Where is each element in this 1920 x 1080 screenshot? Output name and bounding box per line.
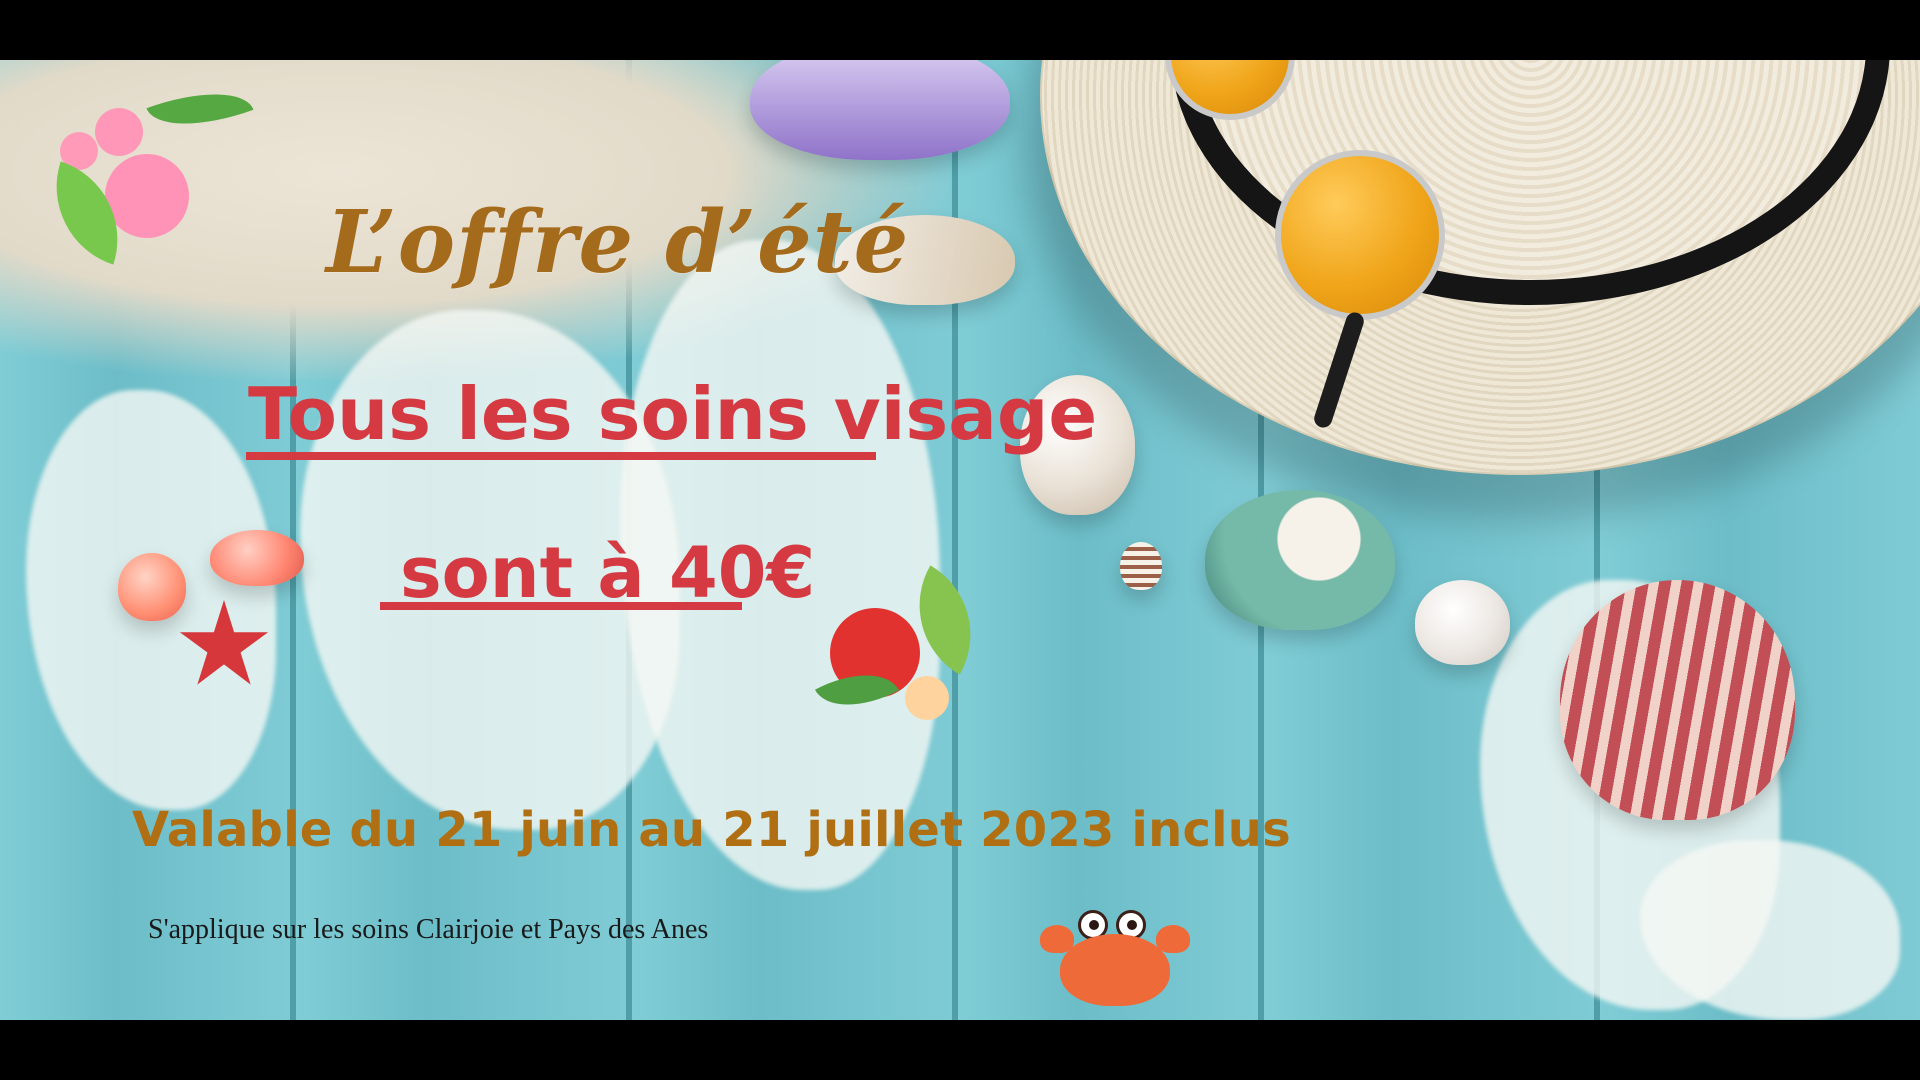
- validity-text: Valable du 21 juin au 21 juillet 2023 in…: [132, 802, 1291, 858]
- crab-body: [1060, 934, 1170, 1006]
- crab-icon: [1040, 910, 1190, 1020]
- purple-shell: [750, 60, 1010, 160]
- pink-flower-1: [95, 108, 143, 156]
- small-scallop-left: [118, 553, 186, 621]
- applies-text: S'applique sur les soins Clairjoie et Pa…: [148, 914, 709, 945]
- tiny-shell: [1120, 542, 1162, 590]
- sunglasses-left-lens: [1275, 150, 1445, 320]
- offer-title: L’offre d’été: [326, 192, 910, 293]
- small-scallop-right: [210, 530, 304, 586]
- summer-offer-banner: L’offre d’été Tous les soins visage sont…: [0, 60, 1920, 1020]
- small-peach-flower: [905, 676, 949, 720]
- green-shell: [1205, 490, 1395, 630]
- offer-underline-1: [246, 452, 876, 460]
- offer-underline-2: [380, 602, 742, 610]
- scallop-shell: [1560, 580, 1795, 820]
- offer-subtitle-1: Tous les soins visage: [248, 372, 1098, 456]
- small-white-shell: [1415, 580, 1510, 665]
- pink-flower-3: [105, 154, 189, 238]
- crab-claw-right: [1156, 925, 1190, 953]
